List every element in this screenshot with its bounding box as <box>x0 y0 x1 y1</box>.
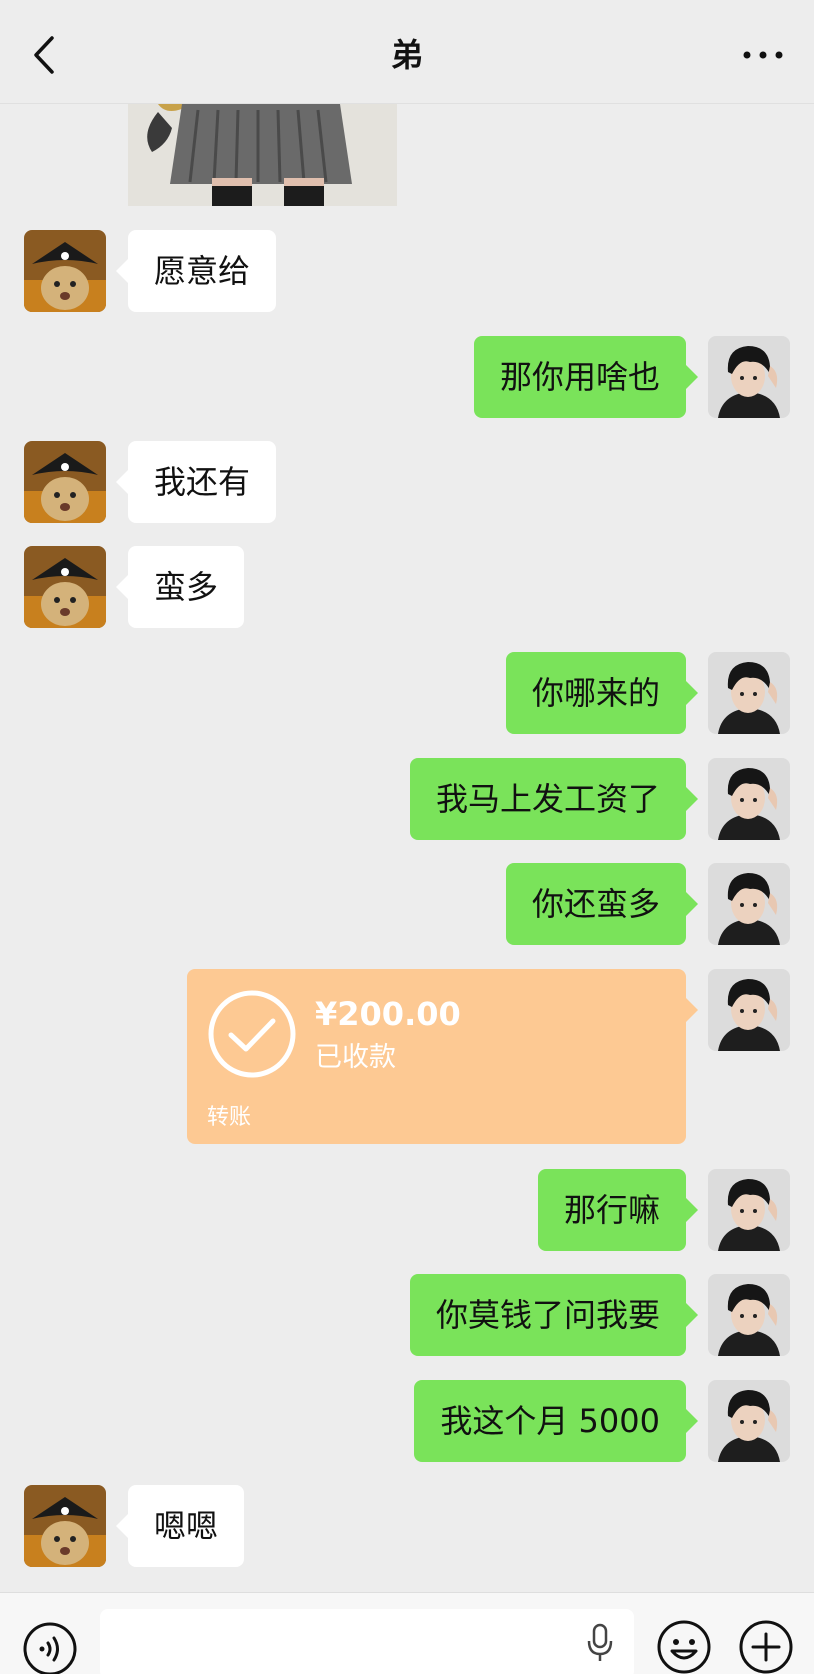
check-circle-icon <box>208 990 296 1078</box>
message-bubble[interactable]: 那行嘛 <box>537 1169 699 1251</box>
message-row: 你莫钱了问我要 <box>0 1274 814 1356</box>
message-bubble[interactable]: 你莫钱了问我要 <box>409 1274 699 1356</box>
message-bubble[interactable]: 蛮多 <box>115 546 245 628</box>
voice-icon[interactable] <box>22 1621 78 1674</box>
input-bar <box>0 1592 814 1674</box>
message-bubble[interactable]: 你还蛮多 <box>505 863 699 945</box>
more-dots-icon[interactable] <box>740 32 786 78</box>
contact-avatar[interactable] <box>24 1485 106 1567</box>
chat-title: 弟 <box>390 36 423 74</box>
transfer-row: ¥200.00 已收款 转账 <box>0 969 814 1144</box>
message-row: 愿意给 <box>0 230 814 312</box>
message-row: 我还有 <box>0 441 814 523</box>
emoji-icon[interactable] <box>656 1619 712 1674</box>
message-row: 那你用啥也 <box>0 336 814 418</box>
user-avatar[interactable] <box>708 1169 790 1251</box>
message-bubble[interactable]: 我这个月 5000 <box>414 1380 698 1462</box>
message-row: 你哪来的 <box>0 652 814 734</box>
user-avatar[interactable] <box>708 1380 790 1462</box>
user-avatar[interactable] <box>708 336 790 418</box>
chat-header: 弟 <box>0 0 814 104</box>
message-bubble[interactable]: 我还有 <box>115 441 277 523</box>
message-row: 你还蛮多 <box>0 863 814 945</box>
transfer-status: 已收款 <box>315 1042 396 1073</box>
user-avatar[interactable] <box>708 863 790 945</box>
user-avatar[interactable] <box>708 758 790 840</box>
message-row: 我这个月 5000 <box>0 1380 814 1462</box>
message-input[interactable] <box>100 1609 634 1674</box>
user-avatar[interactable] <box>708 969 790 1051</box>
transfer-amount: ¥200.00 <box>315 995 461 1033</box>
plus-icon[interactable] <box>738 1619 794 1674</box>
message-bubble[interactable]: 那你用啥也 <box>473 336 699 418</box>
user-avatar[interactable] <box>708 1274 790 1356</box>
mic-icon[interactable] <box>584 1623 616 1663</box>
message-bubble[interactable]: 愿意给 <box>115 230 277 312</box>
message-list: 愿意给 那你用啥也 我还有 蛮多 你哪来的 我马上发工资了 你还蛮多 ¥200.… <box>0 104 814 1590</box>
image-message[interactable] <box>128 104 397 206</box>
contact-avatar[interactable] <box>24 441 106 523</box>
user-avatar[interactable] <box>708 652 790 734</box>
message-bubble[interactable]: 我马上发工资了 <box>409 758 699 840</box>
contact-avatar[interactable] <box>24 546 106 628</box>
message-row: 蛮多 <box>0 546 814 628</box>
message-bubble[interactable]: 你哪来的 <box>505 652 699 734</box>
transfer-card[interactable]: ¥200.00 已收款 转账 <box>187 969 698 1144</box>
message-row: 嗯嗯 <box>0 1485 814 1567</box>
transfer-label: 转账 <box>207 1105 252 1130</box>
message-bubble[interactable]: 嗯嗯 <box>115 1485 245 1567</box>
contact-avatar[interactable] <box>24 230 106 312</box>
message-row: 那行嘛 <box>0 1169 814 1251</box>
message-row: 我马上发工资了 <box>0 758 814 840</box>
